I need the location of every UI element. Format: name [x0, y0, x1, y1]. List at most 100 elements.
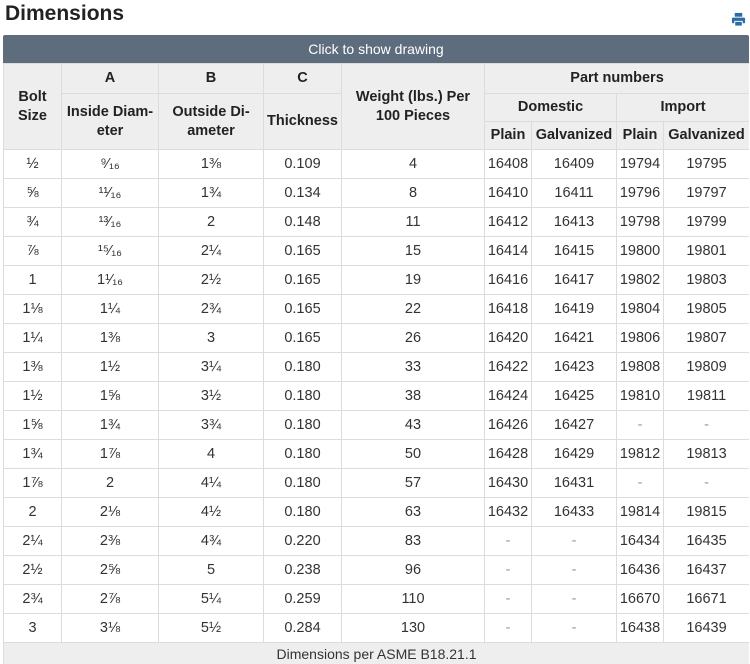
cell-bolt-size: 1⅛	[3, 294, 62, 324]
cell-inside-diameter: 1½	[61, 352, 159, 382]
header-import: Import	[615, 93, 749, 122]
table-row: 1⅞ 2 4¼ 0.180 57 16430 16431- -	[3, 468, 749, 498]
cell-bolt-size: 2¾	[3, 584, 62, 614]
cell-thickness: 0.180	[263, 352, 342, 382]
cell-domestic-galvanized: 16433	[531, 497, 617, 527]
cell-domestic-galvanized: 16425	[531, 381, 617, 411]
cell-inside-diameter: 3⅛	[61, 613, 159, 643]
cell-outside-diameter: 3¾	[158, 410, 264, 440]
cell-domestic-galvanized: -	[531, 526, 617, 556]
cell-import-galvanized: 19809	[662, 352, 749, 382]
cell-bolt-size: 1¼	[3, 323, 62, 353]
cell-weight: 38	[341, 381, 485, 411]
header-domestic-plain: Plain	[484, 121, 532, 150]
cell-thickness: 0.259	[263, 584, 342, 614]
cell-import-plain: 16438	[616, 613, 664, 643]
header-domestic: Domestic	[484, 93, 617, 122]
cell-import-plain: 19796	[616, 178, 664, 208]
cell-bolt-size: 1	[3, 265, 62, 295]
cell-thickness: 0.165	[263, 265, 342, 295]
header-b: B	[158, 63, 264, 94]
cell-import-galvanized: 19801	[662, 236, 749, 266]
show-drawing-button[interactable]: Click to show drawing	[3, 35, 749, 63]
cell-bolt-size: 1⅝	[3, 410, 62, 440]
cell-import-plain: 19808	[616, 352, 664, 382]
cell-inside-diameter: ¹³⁄₁₆	[61, 207, 159, 237]
cell-outside-diameter: 4¾	[158, 526, 264, 556]
cell-weight: 50	[341, 439, 485, 469]
cell-outside-diameter: 4½	[158, 497, 264, 527]
cell-domestic-plain: 16408	[484, 149, 532, 179]
cell-weight: 19	[341, 265, 485, 295]
cell-domestic-galvanized: 16411	[531, 178, 617, 208]
cell-weight: 15	[341, 236, 485, 266]
cell-weight: 96	[341, 555, 485, 585]
cell-domestic-galvanized: 16417	[531, 265, 617, 295]
cell-outside-diameter: 2	[158, 207, 264, 237]
printer-icon[interactable]	[731, 12, 746, 27]
cell-thickness: 0.180	[263, 468, 342, 498]
header-import-plain: Plain	[616, 121, 664, 150]
cell-import-galvanized: 19797	[662, 178, 749, 208]
cell-inside-diameter: 2⅜	[61, 526, 159, 556]
cell-weight: 26	[341, 323, 485, 353]
cell-domestic-plain: 16416	[484, 265, 532, 295]
cell-domestic-galvanized: -	[531, 584, 617, 614]
cell-domestic-plain: -	[484, 526, 532, 556]
cell-domestic-galvanized: 16431	[531, 468, 617, 498]
cell-outside-diameter: 4¼	[158, 468, 264, 498]
cell-inside-diameter: 2⅛	[61, 497, 159, 527]
cell-inside-diameter: 2	[61, 468, 159, 498]
cell-import-galvanized: 19813	[662, 439, 749, 469]
table-row: ½ ⁹⁄₁₆ 1⅜ 0.109 4 16408 16409 19794 19795	[3, 149, 749, 179]
cell-outside-diameter: 3¼	[158, 352, 264, 382]
cell-domestic-plain: -	[484, 584, 532, 614]
cell-outside-diameter: 3	[158, 323, 264, 353]
cell-domestic-plain: 16418	[484, 294, 532, 324]
cell-domestic-plain: 16410	[484, 178, 532, 208]
header-outside-diameter: Outside Di-ameter	[158, 93, 264, 150]
cell-import-galvanized: 19803	[662, 265, 749, 295]
cell-domestic-plain: 16412	[484, 207, 532, 237]
cell-domestic-plain: 16428	[484, 439, 532, 469]
cell-import-galvanized: -	[662, 468, 749, 498]
table-row: 1½ 1⅝ 3½ 0.180 38 16424 16425 19810 19811	[3, 381, 749, 411]
cell-outside-diameter: 5	[158, 555, 264, 585]
table-row: 1⅛ 1¼ 2¾ 0.165 22 16418 16419 19804 19805	[3, 294, 749, 324]
header-c: C	[263, 63, 342, 94]
header-a: A	[61, 63, 159, 94]
table-row: 1⅜ 1½ 3¼ 0.180 33 16422 16423 19808 19809	[3, 352, 749, 382]
table-row: 2½ 2⅝ 5 0.238 96- -16436 16437	[3, 555, 749, 585]
cell-domestic-plain: 16424	[484, 381, 532, 411]
cell-inside-diameter: ⁹⁄₁₆	[61, 149, 159, 179]
table-row: 1⅝ 1¾ 3¾ 0.180 43 16426 16427- -	[3, 410, 749, 440]
cell-thickness: 0.180	[263, 497, 342, 527]
cell-bolt-size: 3	[3, 613, 62, 643]
cell-domestic-plain: 16420	[484, 323, 532, 353]
cell-import-galvanized: 16437	[662, 555, 749, 585]
cell-inside-diameter: 1¼	[61, 294, 159, 324]
cell-thickness: 0.284	[263, 613, 342, 643]
cell-import-plain: -	[616, 410, 664, 440]
cell-inside-diameter: 2⅞	[61, 584, 159, 614]
cell-bolt-size: 2½	[3, 555, 62, 585]
cell-domestic-galvanized: 16427	[531, 410, 617, 440]
cell-domestic-plain: 16430	[484, 468, 532, 498]
header-thickness: Thickness	[263, 93, 342, 150]
cell-domestic-galvanized: 16409	[531, 149, 617, 179]
table-row: 2 2⅛ 4½ 0.180 63 16432 16433 19814 19815	[3, 497, 749, 527]
cell-import-plain: 19800	[616, 236, 664, 266]
cell-outside-diameter: 5½	[158, 613, 264, 643]
cell-weight: 43	[341, 410, 485, 440]
table-row: ⅞ ¹⁵⁄₁₆ 2¼ 0.165 15 16414 16415 19800 19801	[3, 236, 749, 266]
cell-import-galvanized: 19799	[662, 207, 749, 237]
table-body: ½ ⁹⁄₁₆ 1⅜ 0.109 4 16408 16409 19794 19795 ⅝ ¹¹⁄₁₆ 1…	[3, 149, 749, 643]
cell-outside-diameter: 5¼	[158, 584, 264, 614]
cell-domestic-galvanized: 16423	[531, 352, 617, 382]
cell-import-galvanized: 19811	[662, 381, 749, 411]
cell-import-galvanized: 19807	[662, 323, 749, 353]
cell-import-plain: 16434	[616, 526, 664, 556]
cell-bolt-size: 2	[3, 497, 62, 527]
dimensions-table-container: Click to show drawing Bolt Size A B C We…	[3, 35, 749, 664]
cell-domestic-galvanized: -	[531, 613, 617, 643]
